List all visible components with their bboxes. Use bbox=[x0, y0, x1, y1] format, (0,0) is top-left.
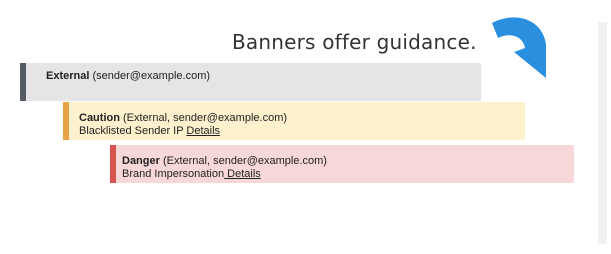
danger-details-link[interactable]: Details bbox=[224, 168, 261, 180]
caution-message: Blacklisted Sender IP bbox=[79, 125, 187, 137]
external-banner: External (sender@example.com) bbox=[20, 63, 481, 101]
caution-header: Caution (External, sender@example.com) bbox=[79, 112, 287, 124]
external-header: External (sender@example.com) bbox=[46, 70, 210, 82]
scrollbar-track[interactable] bbox=[598, 22, 607, 244]
caution-detail: (External, sender@example.com) bbox=[119, 112, 288, 124]
external-stripe bbox=[20, 63, 26, 101]
caution-stripe bbox=[63, 102, 69, 140]
danger-message-line: Brand Impersonation Details bbox=[122, 168, 261, 180]
danger-detail: (External, sender@example.com) bbox=[159, 155, 327, 167]
danger-message: Brand Impersonation bbox=[122, 168, 225, 180]
caution-banner: Caution (External, sender@example.com) B… bbox=[63, 102, 525, 140]
caution-details-link[interactable]: Details bbox=[186, 125, 220, 137]
danger-header: Danger (External, sender@example.com) bbox=[122, 155, 327, 167]
caution-message-line: Blacklisted Sender IP Details bbox=[79, 125, 220, 137]
caution-level: Caution bbox=[79, 112, 120, 124]
danger-level: Danger bbox=[122, 155, 160, 167]
danger-banner: Danger (External, sender@example.com) Br… bbox=[110, 145, 574, 183]
danger-stripe bbox=[110, 145, 116, 183]
curved-arrow-icon bbox=[492, 17, 546, 79]
external-level: External bbox=[46, 70, 90, 82]
headline: Banners offer guidance. bbox=[232, 30, 477, 54]
external-detail: (sender@example.com) bbox=[89, 70, 211, 82]
